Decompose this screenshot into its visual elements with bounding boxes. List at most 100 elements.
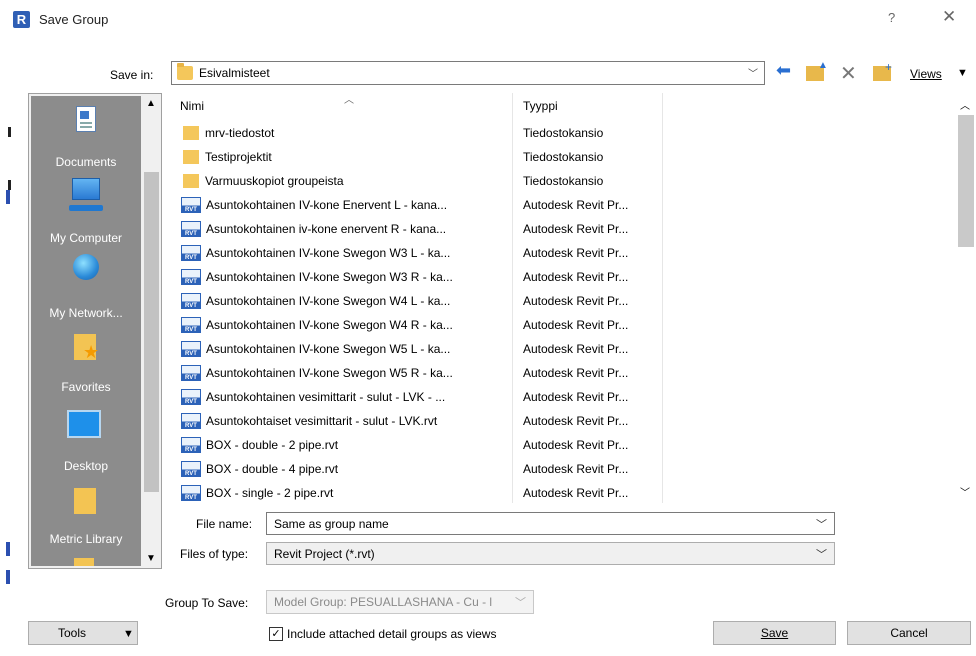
rvt-file-icon: RVT [181, 269, 201, 285]
scroll-down-icon[interactable]: ▼ [146, 553, 156, 564]
tools-button[interactable]: Tools ▼ [28, 621, 138, 645]
file-list: Nimi ︿ Tyyppi mrv-tiedostot Tiedostokansi… [172, 93, 976, 503]
file-name: Asuntokohtainen IV-kone Swegon W4 R - ka… [206, 318, 453, 332]
edge-mark [8, 127, 11, 137]
file-row[interactable]: mrv-tiedostot Tiedostokansio [172, 121, 952, 145]
scroll-down-icon[interactable]: ﹀ [960, 484, 970, 499]
file-row[interactable]: RVT Asuntokohtainen IV-kone Enervent L - … [172, 193, 952, 217]
file-row[interactable]: RVT Asuntokohtainen IV-kone Swegon W3 R -… [172, 265, 952, 289]
file-type: Tiedostokansio [523, 150, 604, 164]
place-metric-library[interactable]: Metric Library [31, 478, 141, 566]
rvt-file-icon: RVT [181, 293, 201, 309]
scroll-up-icon[interactable]: ▲ [146, 98, 156, 109]
file-row[interactable]: RVT BOX - double - 4 pipe.rvt Autodesk Rev… [172, 457, 952, 481]
cancel-label: Cancel [890, 626, 928, 640]
tools-label: Tools [58, 626, 87, 640]
dropdown-arrow-icon: ▼ [123, 628, 134, 640]
views-dropdown-arrow-icon[interactable]: ▼ [957, 67, 968, 79]
chevron-down-icon: ﹀ [748, 69, 758, 80]
file-type: Autodesk Revit Pr... [523, 294, 629, 308]
views-menu[interactable]: Views [910, 67, 942, 81]
file-type: Autodesk Revit Pr... [523, 438, 629, 452]
group-to-save-dropdown: Model Group: PESUALLASHANA - Cu - l ﹀ [266, 590, 534, 614]
file-type: Tiedostokansio [523, 174, 604, 188]
file-type: Autodesk Revit Pr... [523, 342, 629, 356]
file-type: Autodesk Revit Pr... [523, 198, 629, 212]
rvt-file-icon: RVT [181, 389, 201, 405]
close-button[interactable]: ✕ [942, 7, 956, 27]
help-button[interactable]: ? [888, 10, 895, 25]
include-detail-groups-checkbox[interactable]: ✓ [269, 627, 283, 641]
cancel-button[interactable]: Cancel [847, 621, 971, 645]
place-my-network[interactable]: My Network... [31, 250, 141, 326]
rvt-file-icon: RVT [181, 413, 201, 429]
file-row[interactable]: RVT Asuntokohtainen IV-kone Swegon W5 R -… [172, 361, 952, 385]
place-label: Documents [55, 155, 117, 169]
place-desktop[interactable]: Desktop [31, 402, 141, 478]
edge-mark [8, 180, 11, 190]
file-type: Autodesk Revit Pr... [523, 414, 629, 428]
plus-icon: + [885, 60, 893, 74]
scroll-up-icon[interactable]: ︿ [960, 97, 970, 112]
file-type: Autodesk Revit Pr... [523, 390, 629, 404]
scrollbar-thumb[interactable] [958, 115, 974, 247]
folder-icon [74, 558, 94, 566]
edge-mark [6, 190, 10, 204]
edge-mark [6, 542, 10, 556]
place-documents[interactable]: Documents [31, 96, 141, 174]
back-arrow-icon[interactable]: ⬅ [776, 60, 791, 81]
file-row[interactable]: RVT Asuntokohtainen IV-kone Swegon W4 R -… [172, 313, 952, 337]
file-type: Autodesk Revit Pr... [523, 318, 629, 332]
group-to-save-label: Group To Save: [165, 596, 249, 610]
rvt-file-icon: RVT [181, 485, 201, 501]
files-of-type-label: Files of type: [180, 547, 249, 561]
file-name: Asuntokohtainen IV-kone Swegon W4 L - ka… [206, 294, 451, 308]
folder-icon [183, 150, 199, 164]
file-row[interactable]: RVT Asuntokohtainen IV-kone Swegon W5 L -… [172, 337, 952, 361]
column-header-type[interactable]: Tyyppi [523, 99, 558, 113]
place-my-computer[interactable]: My Computer [31, 174, 141, 250]
file-row[interactable]: Varmuuskopiot groupeista Tiedostokansio [172, 169, 952, 193]
computer-icon [69, 178, 103, 211]
file-row[interactable]: RVT Asuntokohtaiset vesimittarit - sulut … [172, 409, 952, 433]
file-row[interactable]: RVT BOX - double - 2 pipe.rvt Autodesk Rev… [172, 433, 952, 457]
file-name: Varmuuskopiot groupeista [205, 174, 344, 188]
rvt-file-icon: RVT [181, 437, 201, 453]
file-type: Autodesk Revit Pr... [523, 222, 629, 236]
rvt-file-icon: RVT [181, 341, 201, 357]
file-name: BOX - single - 2 pipe.rvt [206, 486, 334, 500]
places-scrollbar[interactable]: ▲ ▼ [142, 94, 161, 568]
rvt-file-icon: RVT [181, 245, 201, 261]
file-name: mrv-tiedostot [205, 126, 275, 140]
files-of-type-dropdown[interactable]: Revit Project (*.rvt) ﹀ [266, 542, 835, 565]
chevron-down-icon[interactable]: ﹀ [816, 516, 827, 532]
scrollbar-thumb[interactable] [144, 172, 159, 492]
rvt-file-icon: RVT [181, 461, 201, 477]
place-favorites[interactable]: Favorites [31, 326, 141, 402]
file-row[interactable]: RVT Asuntokohtainen iv-kone enervent R - … [172, 217, 952, 241]
folder-icon [74, 488, 96, 514]
column-header-name[interactable]: Nimi [180, 99, 204, 113]
up-arrow-icon: ▲ [818, 60, 828, 71]
rvt-file-icon: RVT [181, 197, 201, 213]
file-row[interactable]: RVT Asuntokohtainen IV-kone Swegon W4 L -… [172, 289, 952, 313]
place-label: Metric Library [49, 532, 123, 546]
file-type: Autodesk Revit Pr... [523, 486, 629, 500]
file-name: Asuntokohtainen IV-kone Swegon W5 R - ka… [206, 366, 453, 380]
folder-icon [183, 126, 199, 140]
file-row[interactable]: RVT Asuntokohtainen IV-kone Swegon W3 L -… [172, 241, 952, 265]
file-list-scrollbar[interactable]: ︿ ﹀ [954, 93, 976, 503]
window-title: Save Group [39, 12, 109, 27]
file-name-field[interactable]: Same as group name ﹀ [266, 512, 835, 535]
save-button[interactable]: Save [713, 621, 836, 645]
rvt-file-icon: RVT [181, 221, 201, 237]
delete-icon[interactable]: ✕ [840, 61, 857, 86]
save-in-dropdown[interactable]: Esivalmisteet ﹀ [171, 61, 765, 85]
places-bar: Documents My Computer My Network... Favo… [28, 93, 162, 569]
include-detail-groups-label[interactable]: Include attached detail groups as views [287, 627, 496, 641]
place-label: Desktop [63, 459, 109, 473]
favorites-icon [74, 334, 99, 363]
file-row[interactable]: RVT BOX - single - 2 pipe.rvt Autodesk Rev… [172, 481, 952, 503]
file-row[interactable]: RVT Asuntokohtainen vesimittarit - sulut … [172, 385, 952, 409]
file-row[interactable]: Testiprojektit Tiedostokansio [172, 145, 952, 169]
